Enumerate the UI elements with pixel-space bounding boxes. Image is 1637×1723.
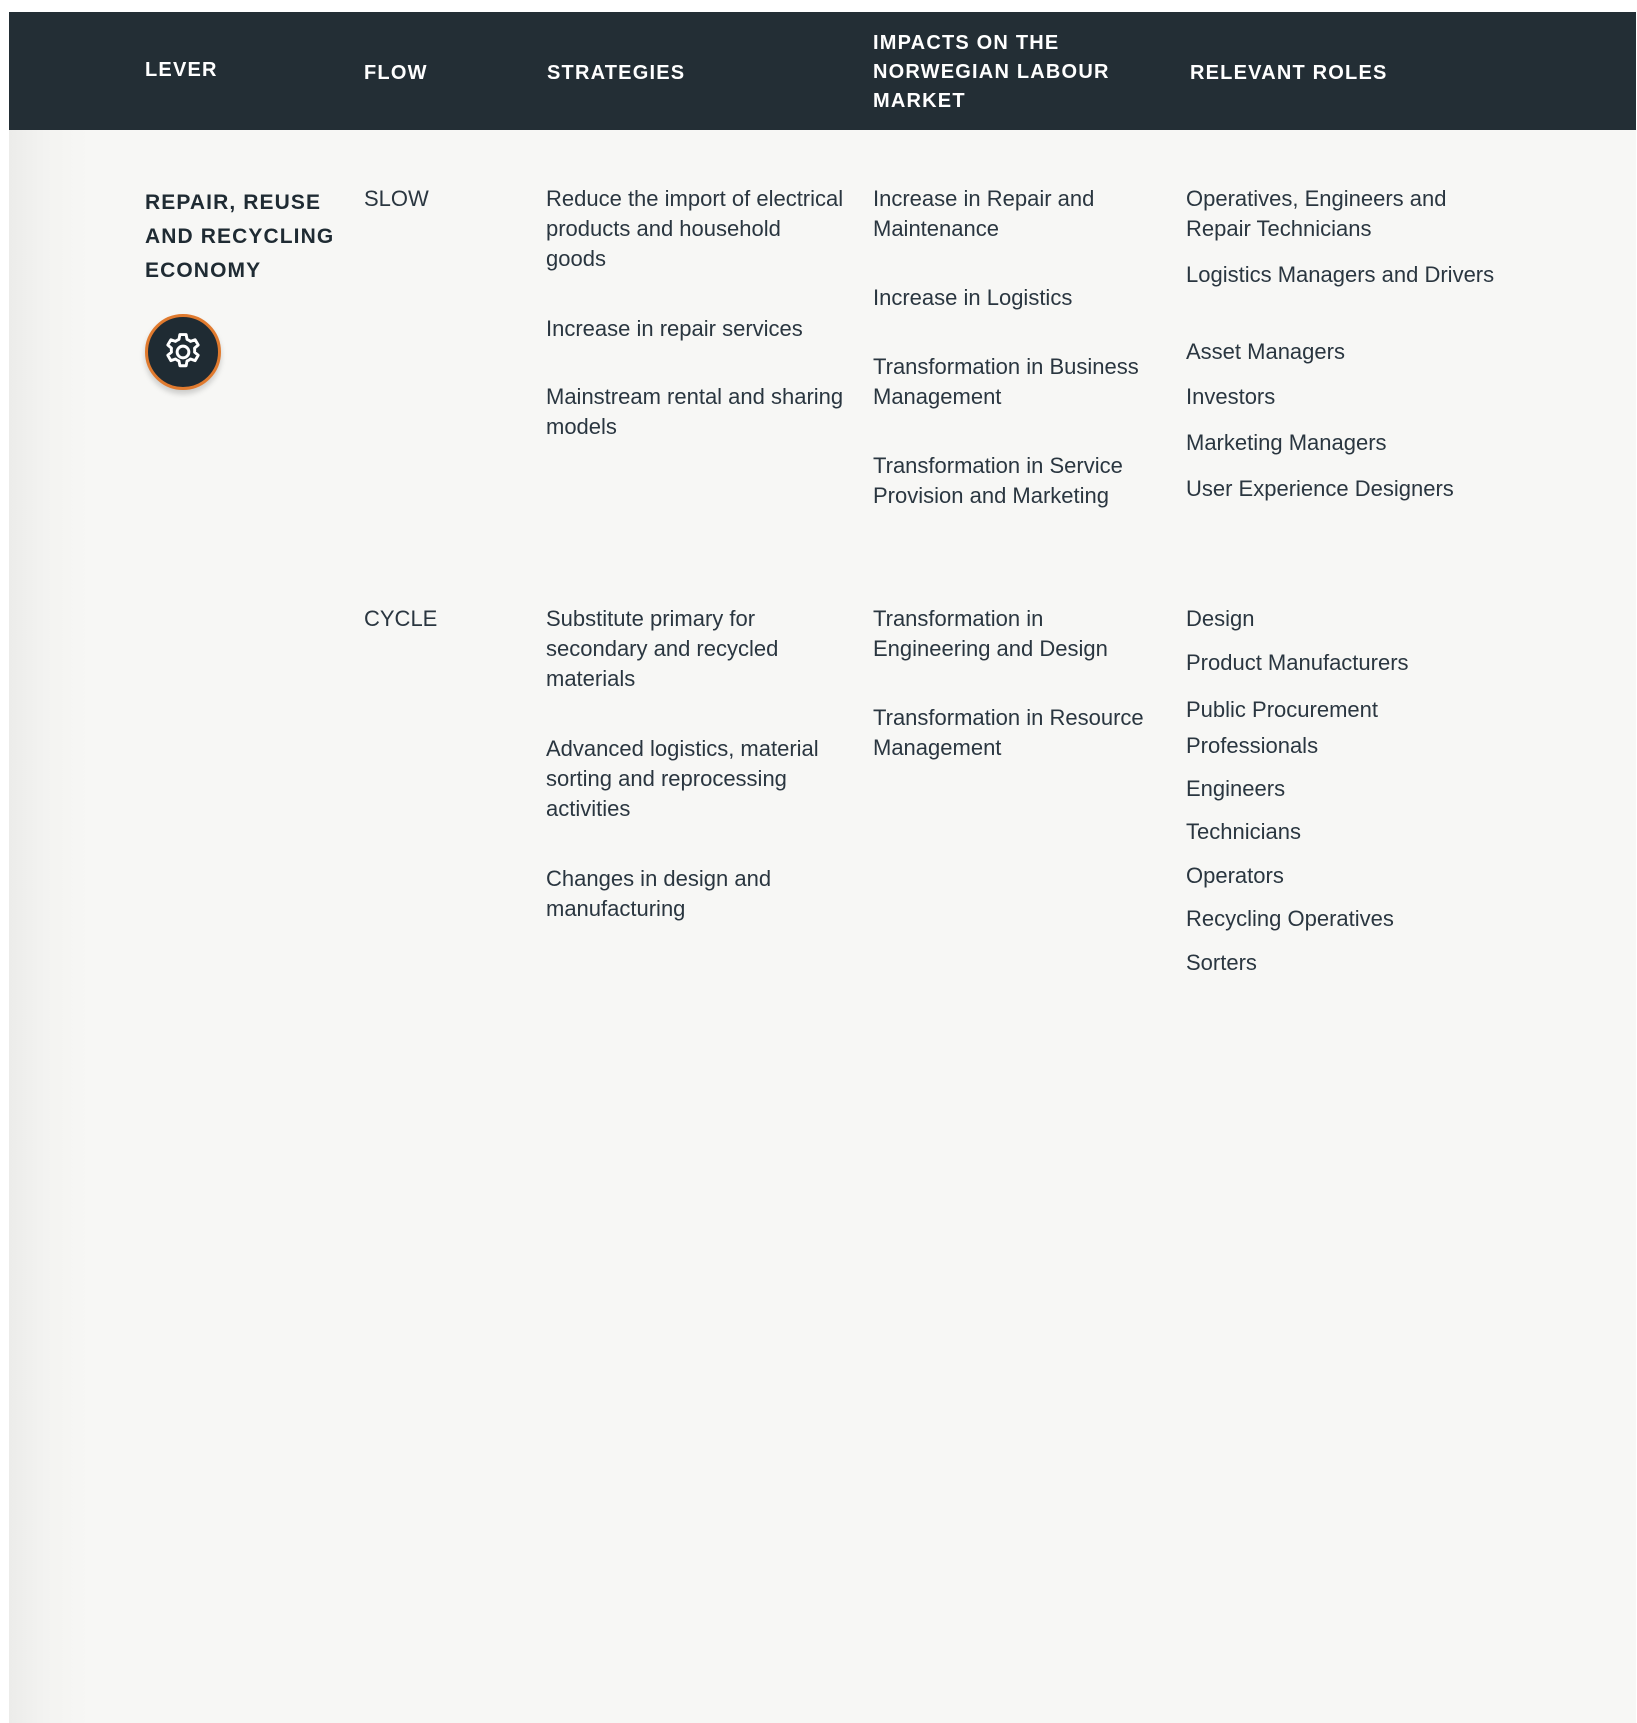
strategy-item: Changes in design and manufacturing (546, 866, 772, 921)
gear-icon (166, 333, 200, 368)
header-strategies: STRATEGIES (547, 62, 686, 84)
impact-item: Transformation in Business Management (873, 354, 1139, 409)
strategy-item: Reduce the import of electrical products… (546, 186, 844, 271)
role-item: Product Manufacturers (1186, 650, 1409, 675)
role-item: Operatives, Engineers and Repair Technic… (1186, 186, 1447, 241)
strategy-item: Increase in repair services (546, 316, 803, 341)
role-item: Asset Managers (1186, 339, 1345, 364)
lever-table: LEVER FLOW STRATEGIES IMPACTS ON THE NOR… (9, 12, 1636, 1723)
strategy-item: Advanced logistics, material sorting and… (546, 736, 819, 821)
left-shadow (9, 130, 89, 1723)
lever-title: REPAIR, REUSE AND RECYCLING ECONOMY (145, 191, 335, 282)
flow-label-slow: SLOW (364, 186, 429, 211)
header-impacts: IMPACTS ON THE NORWEGIAN LABOUR MARKET (873, 32, 1110, 112)
role-item: Marketing Managers (1186, 430, 1387, 455)
role-item: Public Procurement Professionals (1186, 697, 1378, 758)
header-flow: FLOW (364, 62, 428, 84)
role-item: User Experience Designers (1186, 476, 1454, 501)
strategy-item: Mainstream rental and sharing models (546, 384, 844, 439)
role-item: Operators (1186, 863, 1284, 888)
header-roles: RELEVANT ROLES (1190, 62, 1388, 84)
lever-badge (145, 314, 221, 390)
impact-item: Increase in Repair and Maintenance (873, 186, 1095, 241)
role-item: Sorters (1186, 950, 1257, 975)
impact-item: Transformation in Service Provision and … (873, 453, 1123, 508)
role-item: Engineers (1186, 776, 1286, 801)
flow-label-cycle: CYCLE (364, 606, 438, 631)
strategy-item: Substitute primary for secondary and rec… (546, 606, 779, 691)
header-lever: LEVER (145, 59, 218, 81)
role-item: Investors (1186, 384, 1276, 409)
table-header: LEVER FLOW STRATEGIES IMPACTS ON THE NOR… (9, 12, 1636, 130)
role-item: Logistics Managers and Drivers (1186, 262, 1495, 287)
role-item: Design (1186, 606, 1255, 631)
role-item: Recycling Operatives (1186, 906, 1394, 931)
impact-item: Transformation in Engineering and Design (873, 606, 1108, 661)
role-item: Technicians (1186, 819, 1301, 844)
impact-item: Transformation in Resource Management (873, 705, 1144, 760)
impact-item: Increase in Logistics (873, 285, 1073, 310)
